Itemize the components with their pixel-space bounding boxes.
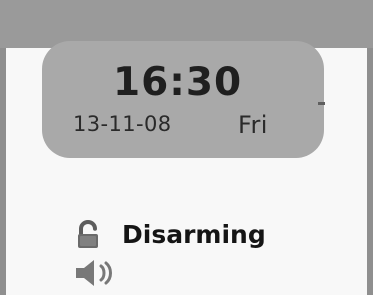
status-row: Disarming: [74, 217, 294, 253]
clock-date: 13-11-08: [73, 112, 172, 136]
clock-time: 16:30: [113, 60, 243, 105]
speaker-icon: [74, 258, 118, 288]
clock-day: Fri: [238, 111, 268, 139]
unlocked-padlock-icon: [74, 219, 102, 250]
status-label: Disarming: [122, 220, 266, 249]
clock-edge-accent: [318, 102, 325, 105]
